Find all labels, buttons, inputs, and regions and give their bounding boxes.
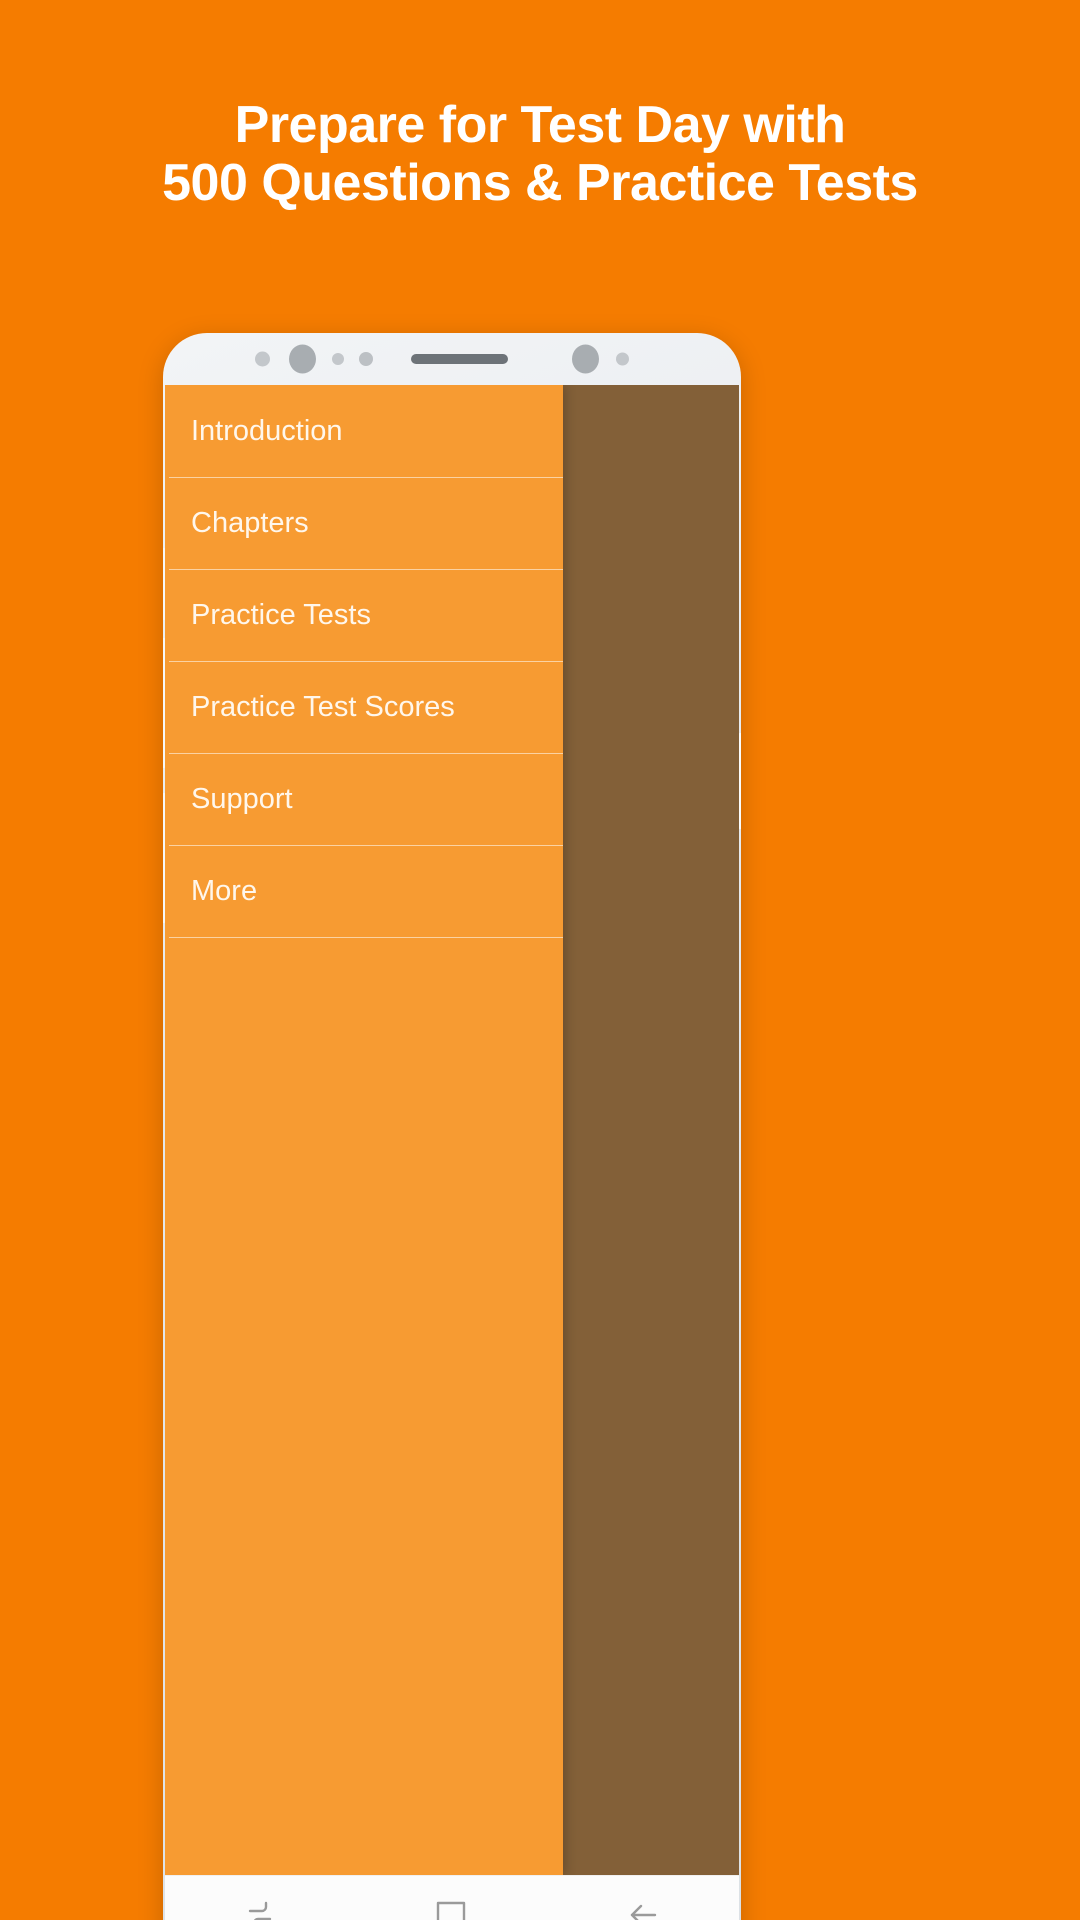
front-camera-icon [289, 344, 316, 374]
drawer-item-label: Chapters [191, 506, 309, 539]
front-camera-icon [572, 344, 599, 374]
page-title: Prepare for Test Day with 500 Questions … [0, 96, 1080, 212]
drawer-item-label: Practice Test Scores [191, 690, 455, 723]
headline-line-1: Prepare for Test Day with [234, 96, 846, 154]
phone-mockup: oncepts stems conomic termination nd Pri… [163, 333, 741, 1920]
sensor-dot-icon [332, 353, 344, 365]
drawer-item-label: Introduction [191, 414, 343, 447]
phone-screen: oncepts stems conomic termination nd Pri… [165, 385, 739, 1875]
sensor-dot-icon [255, 351, 270, 367]
navigation-drawer: Introduction Chapters Practice Tests Pra… [165, 385, 563, 1875]
phone-top-bezel [163, 333, 741, 385]
drawer-item-practice-test-scores[interactable]: Practice Test Scores [165, 661, 563, 753]
android-navigation-bar [165, 1875, 739, 1920]
drawer-item-label: Practice Tests [191, 598, 371, 631]
earpiece-speaker-icon [411, 354, 508, 364]
drawer-item-practice-tests[interactable]: Practice Tests [165, 569, 563, 661]
drawer-item-introduction[interactable]: Introduction [165, 385, 563, 477]
drawer-item-more[interactable]: More [165, 845, 563, 937]
drawer-item-support[interactable]: Support [165, 753, 563, 845]
drawer-item-label: Support [191, 782, 293, 815]
drawer-item-label: More [191, 874, 258, 907]
back-icon[interactable] [622, 1894, 664, 1920]
headline-line-2: 500 Questions & Practice Tests [162, 154, 918, 212]
drawer-divider [165, 937, 563, 938]
recents-icon[interactable] [240, 1895, 280, 1920]
home-icon[interactable] [430, 1894, 472, 1920]
sensor-dot-icon [359, 352, 373, 366]
sensor-dot-icon [616, 352, 629, 366]
drawer-item-chapters[interactable]: Chapters [165, 477, 563, 569]
